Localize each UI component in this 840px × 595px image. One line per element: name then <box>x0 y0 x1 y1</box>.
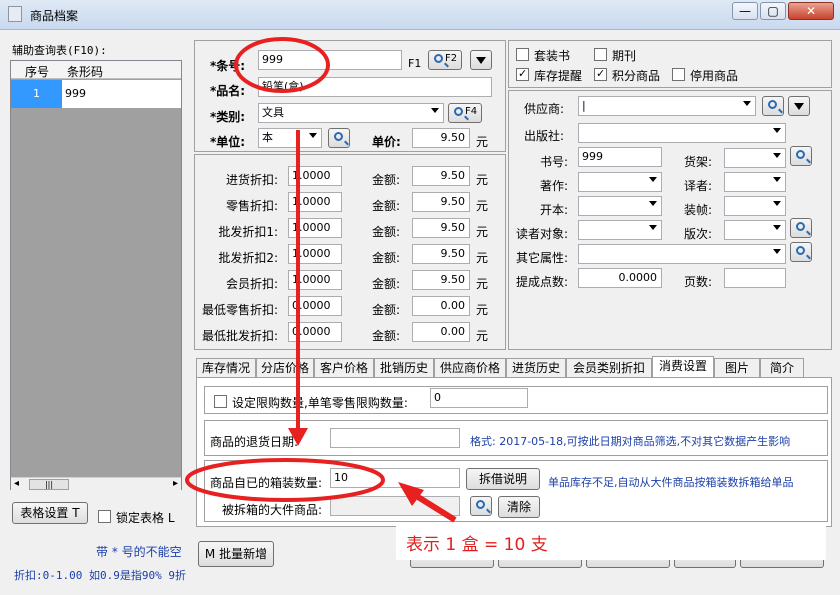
annotation-overlay <box>185 37 457 523</box>
down-arrow-head <box>288 428 308 446</box>
callout-arrow-head <box>398 482 424 506</box>
barcode-highlight-circle <box>234 37 330 93</box>
box-qty-highlight-circle <box>185 458 385 502</box>
